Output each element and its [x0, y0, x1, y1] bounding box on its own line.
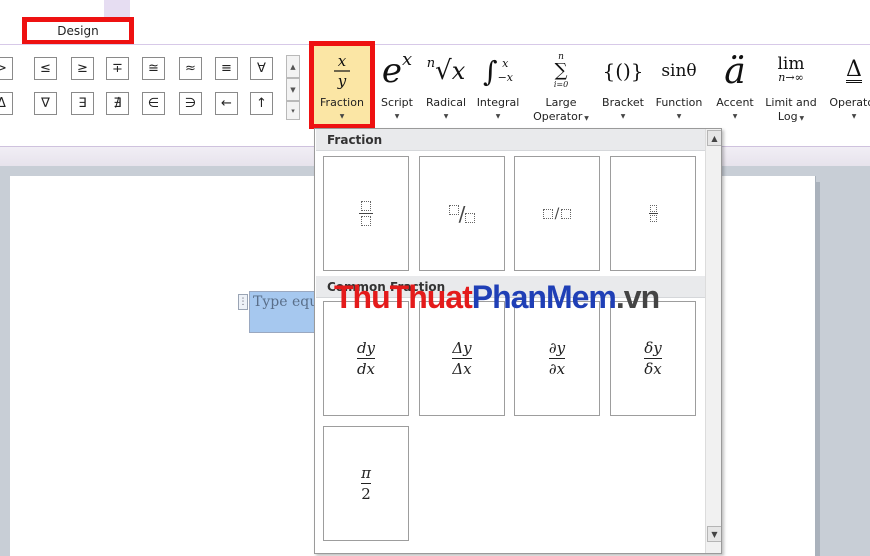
chevron-down-icon: ▼ [495, 113, 501, 120]
gallery-scrollbar[interactable]: ▲ ▼ [705, 129, 721, 553]
contextual-tab-accent [104, 0, 130, 18]
small-fraction-tile[interactable] [610, 156, 696, 271]
common-fraction-tile[interactable]: δy δx [610, 301, 696, 416]
fraction-numerator: π [361, 464, 371, 482]
symbol-button[interactable]: ∈ [142, 92, 165, 115]
limit-log-icon: lim n→∞ [777, 54, 805, 85]
bracket-button[interactable]: {()} Bracket ▼ [599, 48, 647, 128]
tab-design[interactable]: Design [22, 17, 134, 45]
function-button[interactable]: sinθ Function ▼ [651, 48, 707, 128]
chevron-down-icon: ▼ [339, 113, 345, 120]
symbol-button[interactable]: ↑ [250, 92, 273, 115]
accent-button[interactable]: ä Accent ▼ [712, 48, 758, 128]
limit-log-label-2: Log [777, 110, 798, 123]
page-shadow [816, 182, 820, 556]
chevron-down-icon: ▼ [620, 113, 626, 120]
function-icon: sinθ [661, 61, 697, 81]
gallery-more-icon[interactable]: ▾ [286, 101, 300, 120]
integral-label: Integral [476, 96, 520, 109]
common-fraction-tile[interactable]: Δy Δx [419, 301, 505, 416]
operator-button[interactable]: Δ Operator ▼ [824, 48, 870, 128]
gallery-scroll-down-icon[interactable]: ▼ [286, 78, 300, 101]
symbol-button[interactable]: ≅ [142, 57, 165, 80]
scroll-down-icon[interactable]: ▼ [707, 526, 721, 542]
bracket-label: Bracket [602, 96, 644, 109]
integral-button[interactable]: ∫ x −x Integral ▼ [473, 48, 523, 128]
limit-log-label: Limit and [765, 96, 817, 109]
large-operator-label: Large [545, 96, 577, 109]
accent-icon: ä [724, 50, 746, 92]
function-label: Function [655, 96, 703, 109]
large-operator-icon: n ∑ i=0 [553, 52, 569, 89]
linear-fraction-tile[interactable]: / [514, 156, 600, 271]
fraction-numerator: Δy [452, 339, 472, 357]
fraction-label: Fraction [320, 96, 364, 109]
skewed-fraction-tile[interactable]: / [419, 156, 505, 271]
fraction-numerator: dy [356, 339, 376, 357]
watermark-part3: .vn [615, 279, 660, 315]
chevron-down-icon: ▼ [582, 115, 589, 122]
symbol-button[interactable]: ← [215, 92, 238, 115]
fraction-button[interactable]: x y Fraction ▼ [314, 48, 370, 128]
operator-icon: Δ [846, 56, 862, 83]
chevron-down-icon: ▼ [394, 113, 400, 120]
fraction-denominator: δx [644, 360, 662, 378]
svg-text:x: x [338, 52, 347, 70]
watermark-part2: PhanMem [471, 279, 617, 315]
scroll-up-icon[interactable]: ▲ [707, 130, 721, 146]
gallery-scroll-up-icon[interactable]: ▲ [286, 55, 300, 78]
symbol-button[interactable]: > [0, 57, 13, 80]
chevron-down-icon: ▼ [732, 113, 738, 120]
symbol-button[interactable]: Δ [0, 92, 13, 115]
equation-handle-icon[interactable]: ⋮ [238, 294, 248, 310]
script-label: Script [381, 96, 413, 109]
bracket-icon: {()} [602, 59, 644, 83]
integral-icon: ∫ x −x [482, 54, 513, 88]
fraction-numerator: δy [644, 339, 662, 357]
limit-log-button[interactable]: lim n→∞ Limit and Log ▼ [762, 48, 820, 128]
fraction-denominator: Δx [452, 360, 472, 378]
large-operator-label-2: Operator [533, 110, 583, 123]
accent-label: Accent [716, 96, 754, 109]
symbol-button[interactable]: ∃ [71, 92, 94, 115]
radical-label: Radical [425, 96, 467, 109]
fraction-denominator: dx [356, 360, 376, 378]
common-fraction-tile[interactable]: ∂y ∂x [514, 301, 600, 416]
fraction-denominator: ∂x [548, 360, 566, 378]
symbol-button[interactable]: ∇ [34, 92, 57, 115]
fraction-gallery: Fraction / / Common Fraction dy dx Δy Δx ∂… [314, 128, 722, 554]
script-icon: ex [381, 48, 413, 92]
chevron-down-icon: ▼ [851, 113, 857, 120]
radical-icon: n √ x [426, 55, 466, 87]
fraction-denominator: 2 [361, 485, 371, 503]
svg-text:y: y [337, 72, 347, 90]
ribbon-tab-strip: Design [0, 0, 870, 45]
common-fraction-tile[interactable]: dy dx [323, 301, 409, 416]
stacked-fraction-tile[interactable] [323, 156, 409, 271]
fraction-numerator: ∂y [548, 339, 566, 357]
symbol-button[interactable]: ≈ [179, 57, 202, 80]
fraction-icon: x y [314, 48, 370, 94]
watermark-logo: ThuThuatPhanMem.vn [334, 278, 660, 316]
common-fraction-tile[interactable]: π2 [323, 426, 409, 541]
chevron-down-icon: ▼ [676, 113, 682, 120]
symbol-button[interactable]: ∓ [106, 57, 129, 80]
operator-label: Operator [829, 96, 870, 109]
symbol-button[interactable]: ∄ [106, 92, 129, 115]
symbol-button[interactable]: ≥ [71, 57, 94, 80]
gallery-section-fraction: Fraction [316, 129, 706, 151]
symbol-button[interactable]: ∋ [179, 92, 202, 115]
symbol-button[interactable]: ≤ [34, 57, 57, 80]
radical-button[interactable]: n √ x Radical ▼ [422, 48, 470, 128]
chevron-down-icon: ▼ [443, 113, 449, 120]
large-operator-button[interactable]: n ∑ i=0 Large Operator ▼ [527, 48, 595, 128]
script-button[interactable]: ex Script ▼ [375, 48, 419, 128]
chevron-down-icon: ▼ [797, 115, 805, 122]
watermark-part1: ThuThuat [334, 279, 473, 315]
symbol-button[interactable]: ≡ [215, 57, 238, 80]
symbol-button[interactable]: ∀ [250, 57, 273, 80]
operator-button-clip: Δ Operator ▼ [824, 48, 870, 128]
